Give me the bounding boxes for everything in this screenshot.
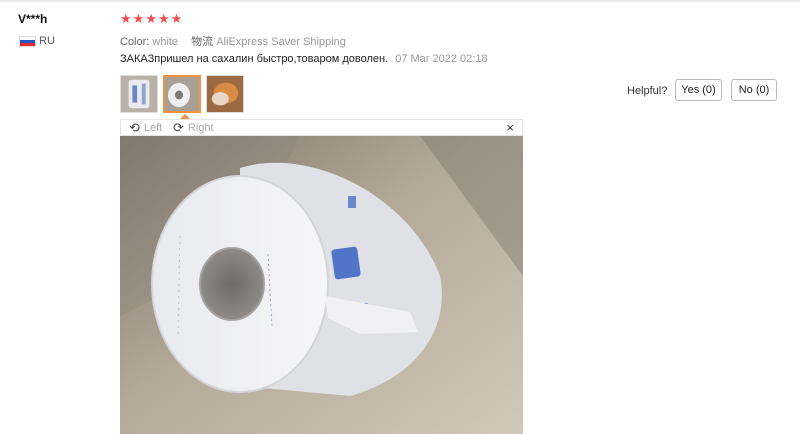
reviewer-name: V***h xyxy=(18,12,48,26)
star-rating: ★ ★ ★ ★ ★ xyxy=(120,12,182,26)
photo-thumbnail-active[interactable] xyxy=(163,75,201,113)
star-icon: ★ xyxy=(145,11,157,26)
top-divider xyxy=(0,0,800,2)
close-icon[interactable]: × xyxy=(506,120,514,135)
star-icon: ★ xyxy=(120,11,132,26)
review-date: 07 Mar 2022 02:18 xyxy=(395,53,488,65)
star-icon: ★ xyxy=(157,11,170,26)
color-value: white xyxy=(152,36,179,48)
thumbnail-image xyxy=(165,77,199,111)
photo-thumbnail[interactable] xyxy=(206,75,244,113)
photo-thumbnail[interactable] xyxy=(120,75,158,113)
reviewer-country: RU xyxy=(39,35,55,47)
rotate-left-button[interactable]: ⟲ Left xyxy=(129,121,162,134)
star-icon: ★ xyxy=(170,11,183,26)
russia-flag-icon xyxy=(19,36,36,47)
enlarged-review-photo[interactable] xyxy=(120,136,523,434)
product-attributes: Color: white 物流 AliExpress Saver Shippin… xyxy=(120,33,356,49)
rotate-left-label: Left xyxy=(143,121,163,134)
review-text: ЗАКАЗпришел на сахалин быстро,товаром до… xyxy=(120,53,389,65)
review-content: ЗАКАЗпришел на сахалин быстро,товаром до… xyxy=(120,53,488,65)
helpful-yes-button[interactable]: Yes (0) xyxy=(675,79,722,101)
photo-thumbnails xyxy=(120,75,244,113)
shipping-value: AliExpress Saver Shipping xyxy=(216,36,346,48)
helpful-label: Helpful? xyxy=(627,85,668,97)
photo-image xyxy=(120,136,523,434)
star-icon: ★ xyxy=(132,11,145,26)
thumbnail-image xyxy=(207,76,243,112)
thumbnail-image xyxy=(121,76,157,112)
rotate-right-icon: ⟳ xyxy=(173,120,184,135)
rotate-left-icon: ⟲ xyxy=(129,120,140,135)
rotate-right-button[interactable]: ⟳ Right xyxy=(173,121,214,134)
helpful-no-button[interactable]: No (0) xyxy=(731,79,777,101)
color-label: Color: xyxy=(120,36,150,48)
shipping-label: 物流 xyxy=(191,36,214,48)
rotate-right-label: Right xyxy=(187,121,214,134)
image-viewer-toolbar: ⟲ Left ⟳ Right × xyxy=(120,119,523,136)
